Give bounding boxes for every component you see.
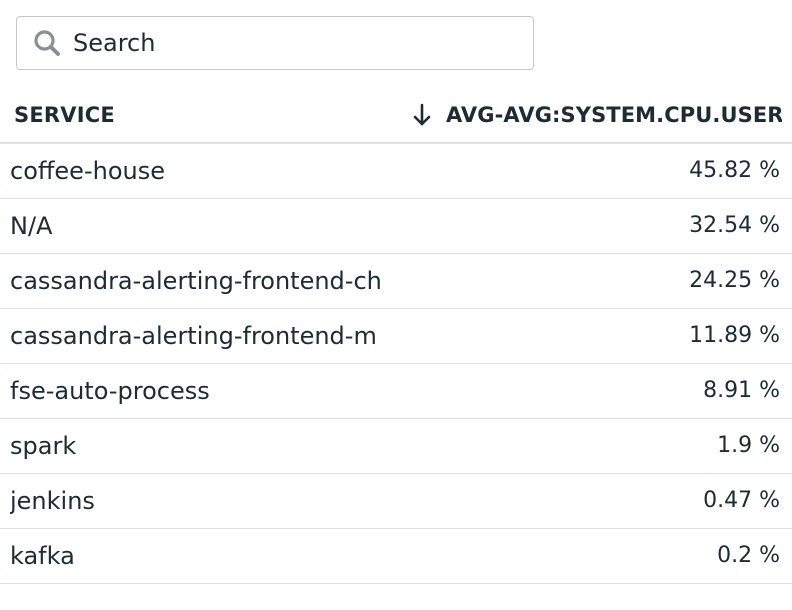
cpu-user-value: 45.82 % — [689, 158, 780, 183]
cpu-user-value: 32.54 % — [689, 213, 780, 238]
cpu-user-value: 24.25 % — [689, 268, 780, 293]
service-name: fse-auto-process — [10, 377, 210, 405]
service-name: cassandra-alerting-frontend-ch — [10, 267, 382, 295]
table-row[interactable]: kafka 0.2 % — [0, 529, 792, 584]
search-input[interactable] — [73, 29, 503, 57]
cpu-user-value: 1.9 % — [717, 433, 780, 458]
service-name: spark — [10, 432, 77, 460]
cpu-user-value: 11.89 % — [689, 323, 780, 348]
service-name: kafka — [10, 542, 75, 570]
column-header-service[interactable]: SERVICE — [14, 103, 115, 127]
search-icon — [31, 27, 63, 59]
table-row[interactable]: cassandra-alerting-frontend-m 11.89 % — [0, 309, 792, 364]
service-name: jenkins — [10, 487, 95, 515]
cpu-user-value: 0.47 % — [703, 488, 780, 513]
table-row[interactable]: coffee-house 45.82 % — [0, 144, 792, 199]
table-row[interactable]: fse-auto-process 8.91 % — [0, 364, 792, 419]
table-row[interactable]: jenkins 0.47 % — [0, 474, 792, 529]
cpu-user-value: 8.91 % — [703, 378, 780, 403]
arrow-down-icon — [413, 103, 431, 126]
service-name: N/A — [10, 212, 53, 240]
table-header: SERVICE AVG-AVG:SYSTEM.CPU.USER{*} BY {S… — [0, 88, 792, 144]
table-row[interactable]: N/A 32.54 % — [0, 199, 792, 254]
column-header-cpu-user[interactable]: AVG-AVG:SYSTEM.CPU.USER{*} BY {SERVICE} — [410, 100, 782, 130]
table-row[interactable]: spark 1.9 % — [0, 419, 792, 474]
table-row[interactable]: cassandra-alerting-frontend-ch 24.25 % — [0, 254, 792, 309]
column-header-cpu-user-label: AVG-AVG:SYSTEM.CPU.USER{*} BY {SERVICE} — [446, 103, 782, 127]
cpu-user-value: 0.2 % — [717, 543, 780, 568]
search-box[interactable] — [16, 16, 534, 70]
services-table: SERVICE AVG-AVG:SYSTEM.CPU.USER{*} BY {S… — [0, 88, 792, 584]
service-name: coffee-house — [10, 157, 165, 185]
service-name: cassandra-alerting-frontend-m — [10, 322, 377, 350]
